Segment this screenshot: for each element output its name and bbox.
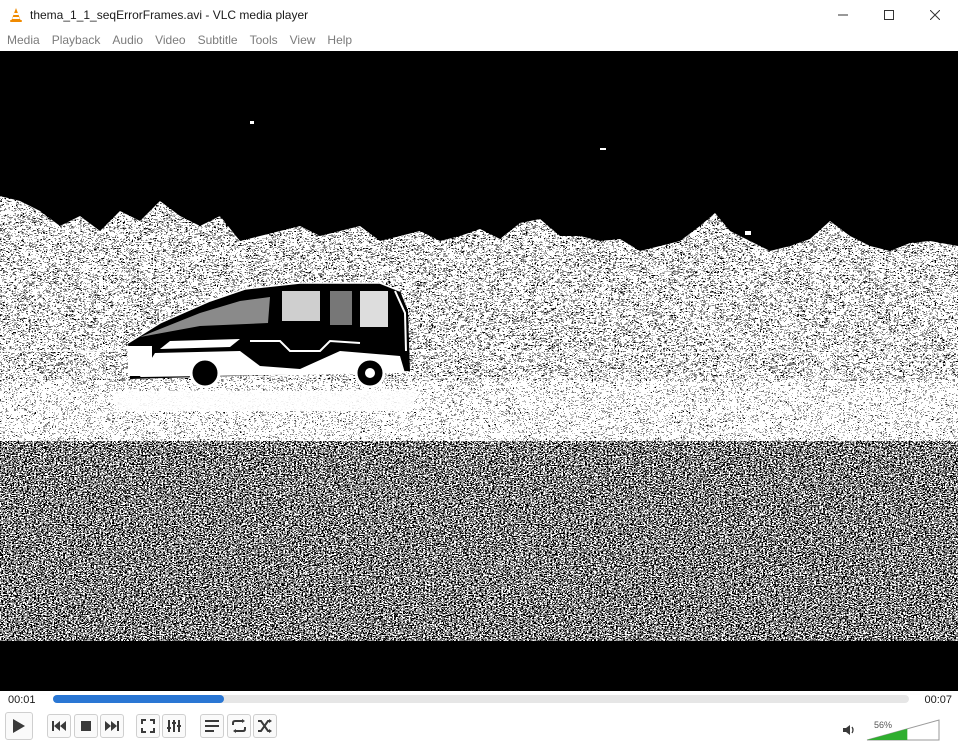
menu-subtitle[interactable]: Subtitle xyxy=(192,30,244,51)
close-button[interactable] xyxy=(912,0,958,30)
shuffle-button[interactable] xyxy=(253,714,277,738)
menu-media[interactable]: Media xyxy=(1,30,46,51)
fullscreen-button[interactable] xyxy=(136,714,160,738)
loop-button[interactable] xyxy=(227,714,251,738)
playlist-icon xyxy=(205,720,219,732)
stop-button[interactable] xyxy=(74,714,98,738)
window-title: thema_1_1_seqErrorFrames.avi - VLC media… xyxy=(30,8,309,22)
menu-tools[interactable]: Tools xyxy=(244,30,284,51)
control-bar: 56% xyxy=(0,711,958,745)
volume-label: 56% xyxy=(874,720,893,730)
maximize-button[interactable] xyxy=(866,0,912,30)
time-elapsed[interactable]: 00:01 xyxy=(8,694,36,706)
time-total[interactable]: 00:07 xyxy=(924,694,952,706)
play-icon xyxy=(13,719,25,733)
next-icon xyxy=(105,721,119,731)
speaker-icon[interactable] xyxy=(843,724,857,736)
volume-control[interactable]: 56% xyxy=(843,714,943,742)
menu-audio[interactable]: Audio xyxy=(106,30,149,51)
minimize-button[interactable] xyxy=(820,0,866,30)
seek-slider[interactable] xyxy=(53,695,909,703)
menu-help[interactable]: Help xyxy=(321,30,358,51)
fullscreen-icon xyxy=(141,719,155,733)
menu-playback[interactable]: Playback xyxy=(46,30,107,51)
title-bar[interactable]: thema_1_1_seqErrorFrames.avi - VLC media… xyxy=(0,0,958,30)
previous-button[interactable] xyxy=(47,714,71,738)
seek-row: 00:01 00:07 xyxy=(0,691,958,711)
previous-icon xyxy=(52,721,66,731)
menu-bar: Media Playback Audio Video Subtitle Tool… xyxy=(0,30,958,51)
video-frame xyxy=(0,51,958,691)
extended-settings-button[interactable] xyxy=(162,714,186,738)
seek-progress xyxy=(53,695,225,703)
menu-video[interactable]: Video xyxy=(149,30,191,51)
window-controls xyxy=(820,0,958,30)
menu-view[interactable]: View xyxy=(284,30,322,51)
playlist-button[interactable] xyxy=(200,714,224,738)
maximize-icon xyxy=(884,10,894,20)
stop-icon xyxy=(81,721,91,731)
minimize-icon xyxy=(838,14,848,16)
extended-settings-icon xyxy=(167,720,181,732)
loop-icon xyxy=(232,719,246,733)
video-area[interactable] xyxy=(0,51,958,691)
play-button[interactable] xyxy=(5,712,33,740)
vlc-cone-icon xyxy=(10,8,22,22)
shuffle-icon xyxy=(258,719,272,733)
close-icon xyxy=(930,10,940,20)
next-button[interactable] xyxy=(100,714,124,738)
